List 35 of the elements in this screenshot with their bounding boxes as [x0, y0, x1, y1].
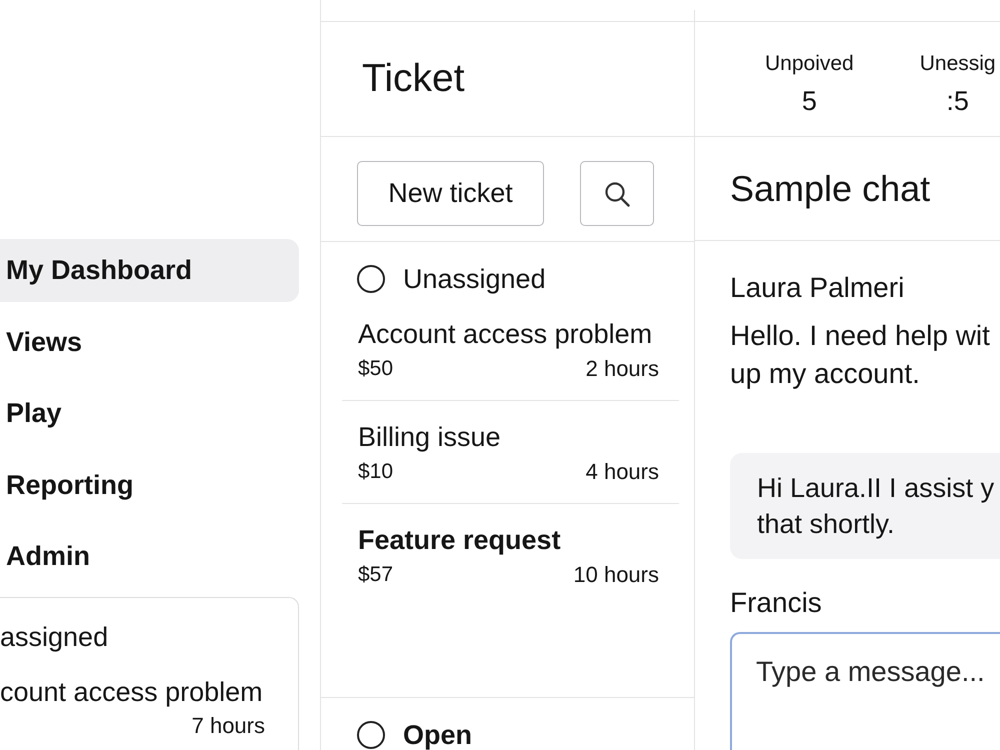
ticket-title[interactable]: Account access problem	[358, 319, 659, 349]
search-icon	[604, 180, 630, 206]
ticket-title[interactable]: Billing issue	[358, 422, 659, 452]
new-ticket-button[interactable]: New ticket	[357, 161, 544, 226]
nav-item[interactable]: Views	[0, 310, 299, 374]
ticket-age: 4 hours	[586, 459, 659, 484]
ticket-amount: $50	[358, 356, 394, 381]
ticket-subject[interactable]: count access problem	[0, 676, 263, 708]
nav-item[interactable]: Admin	[0, 525, 299, 588]
ticket-age: 2 hours	[586, 356, 659, 381]
nav-item[interactable]: My Dashboard	[0, 239, 299, 302]
radio-button[interactable]	[357, 265, 385, 293]
card-title: assigned	[0, 621, 108, 653]
search-button[interactable]	[580, 161, 654, 226]
ticket-title[interactable]: Feature request	[358, 525, 659, 555]
nav-item[interactable]: Play	[0, 382, 299, 445]
ticket-amount: $10	[358, 459, 394, 484]
message-bubble: Hi Laura.II I assist y that shortly.	[730, 453, 1000, 559]
sender-name: Francis	[730, 586, 822, 620]
message-input[interactable]: Type a message...	[730, 632, 1000, 750]
ticket-amount: $57	[358, 562, 394, 587]
group-label: Open	[403, 720, 472, 750]
nav-item[interactable]: Reporting	[0, 454, 299, 516]
ticket-age: 7 hours	[192, 713, 265, 739]
group-label: Unassigned	[403, 264, 546, 294]
message-text: Hello. I need help wit up my account.	[730, 319, 990, 391]
ticket-age: 10 hours	[573, 562, 659, 587]
sender-name: Laura Palmeri	[730, 271, 904, 305]
panel-title: Ticket	[362, 56, 465, 102]
stat-label: Unpoived	[765, 52, 854, 76]
stat-value: 5	[802, 86, 817, 116]
stat-value: :5	[946, 86, 969, 116]
chat-title: Sample chat	[730, 168, 930, 210]
stat-label: Unessig	[920, 52, 996, 76]
radio-button[interactable]	[357, 721, 385, 749]
